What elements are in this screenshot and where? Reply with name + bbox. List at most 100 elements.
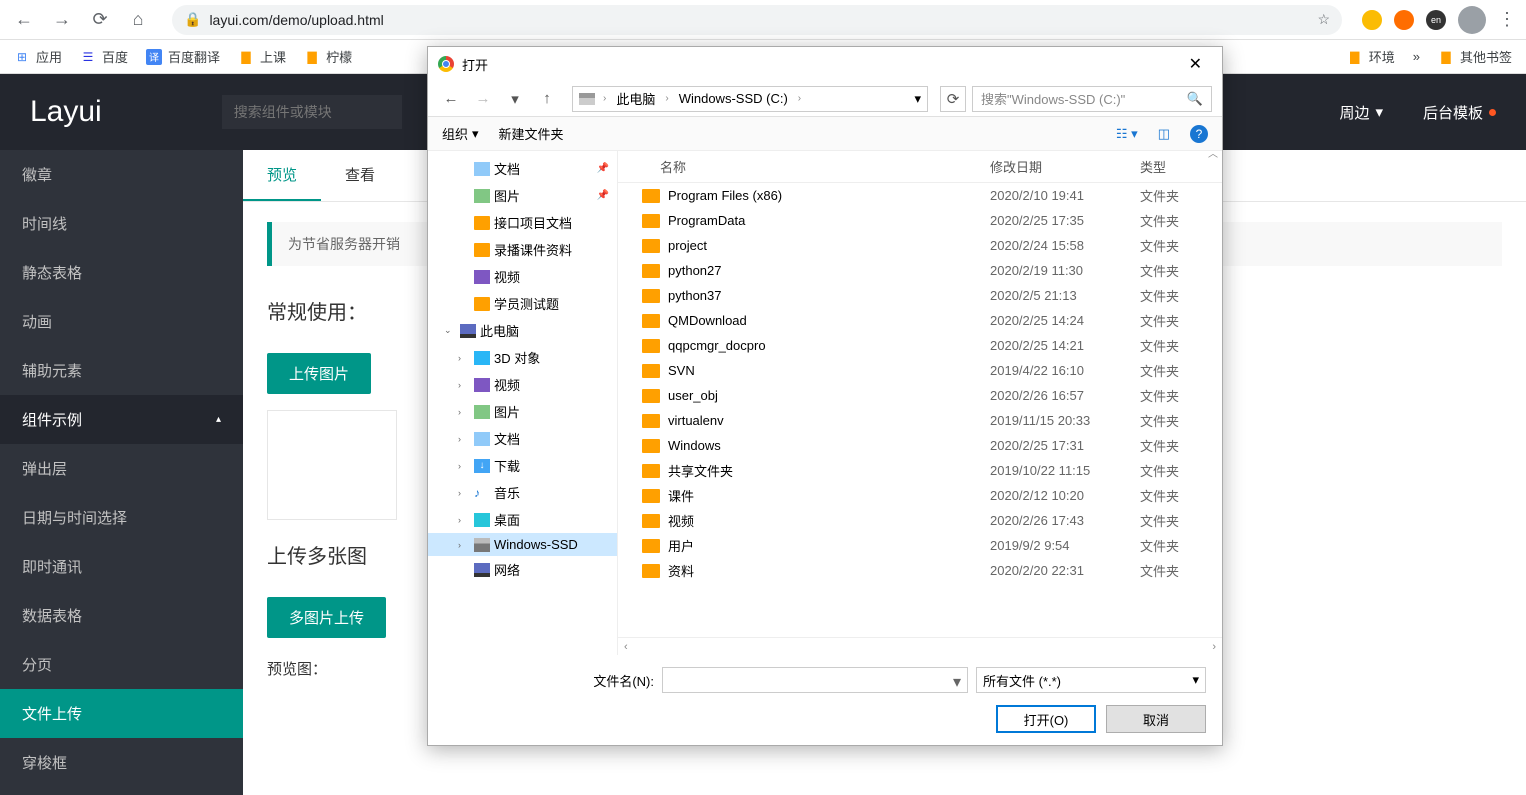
address-bar[interactable]: 🔒 layui.com/demo/upload.html ☆ xyxy=(172,5,1342,35)
sidebar-item[interactable]: 辅助元素 xyxy=(0,346,243,395)
tree-item[interactable]: ⌄此电脑 xyxy=(428,317,617,344)
file-row[interactable]: QMDownload2020/2/25 14:24文件夹 xyxy=(618,308,1222,333)
cancel-button[interactable]: 取消 xyxy=(1106,705,1206,733)
tree-item[interactable]: ›↓下载 xyxy=(428,452,617,479)
tree-item[interactable]: 录播课件资料 xyxy=(428,236,617,263)
file-row[interactable]: user_obj2020/2/26 16:57文件夹 xyxy=(618,383,1222,408)
back-button[interactable]: ← xyxy=(10,6,38,34)
filter-select[interactable]: 所有文件 (*.*)▾ xyxy=(976,667,1206,693)
file-row[interactable]: Windows2020/2/25 17:31文件夹 xyxy=(618,433,1222,458)
path-drive[interactable]: Windows-SSD (C:) xyxy=(673,89,794,108)
bookmark-class[interactable]: ▇上课 xyxy=(238,47,286,66)
tree-item[interactable]: 文档📌 xyxy=(428,155,617,182)
tree-item[interactable]: ›3D 对象 xyxy=(428,344,617,371)
bookmark-more[interactable]: » xyxy=(1413,49,1420,64)
apps-button[interactable]: ⊞应用 xyxy=(14,47,62,66)
sidebar-item[interactable]: 徽章 xyxy=(0,150,243,199)
tree-item[interactable]: ›图片 xyxy=(428,398,617,425)
file-row[interactable]: project2020/2/24 15:58文件夹 xyxy=(618,233,1222,258)
nav-up[interactable]: ▾ xyxy=(502,86,528,112)
tree-item[interactable]: 学员测试题 xyxy=(428,290,617,317)
nav-后台模板[interactable]: 后台模板 xyxy=(1423,102,1496,123)
multi-upload-button[interactable]: 多图片上传 xyxy=(267,597,386,638)
tree-item[interactable]: ›Windows-SSD xyxy=(428,533,617,556)
nav-parent[interactable]: ↑ xyxy=(534,86,560,112)
tree-item[interactable]: 视频 xyxy=(428,263,617,290)
tree-item[interactable]: ›桌面 xyxy=(428,506,617,533)
organize-menu[interactable]: 组织▾ xyxy=(442,124,479,143)
bookmark-other[interactable]: ▇其他书签 xyxy=(1438,47,1512,66)
col-date[interactable]: 修改日期 xyxy=(990,157,1140,176)
ext-icon-1[interactable] xyxy=(1362,10,1382,30)
sidebar-item[interactable]: 日期与时间选择 xyxy=(0,493,243,542)
file-row[interactable]: virtualenv2019/11/15 20:33文件夹 xyxy=(618,408,1222,433)
help-icon[interactable]: ? xyxy=(1190,125,1208,143)
view-button[interactable]: ☷ ▾ xyxy=(1116,126,1138,142)
ext-icon-3[interactable]: en xyxy=(1426,10,1446,30)
tree-item[interactable]: ›视频 xyxy=(428,371,617,398)
col-type[interactable]: 类型 xyxy=(1140,157,1210,176)
file-row[interactable]: 视频2020/2/26 17:43文件夹 xyxy=(618,508,1222,533)
chevron-right-icon[interactable]: › xyxy=(665,93,668,104)
file-row[interactable]: 共享文件夹2019/10/22 11:15文件夹 xyxy=(618,458,1222,483)
bookmark-trans[interactable]: 译百度翻译 xyxy=(146,47,220,66)
h-scrollbar[interactable]: ‹› xyxy=(618,637,1222,655)
col-name[interactable]: 名称 xyxy=(630,157,990,176)
chevron-right-icon[interactable]: › xyxy=(798,93,801,104)
file-row[interactable]: ProgramData2020/2/25 17:35文件夹 xyxy=(618,208,1222,233)
file-row[interactable]: python272020/2/19 11:30文件夹 xyxy=(618,258,1222,283)
refresh-button[interactable]: ⟳ xyxy=(940,86,966,112)
sidebar-item[interactable]: 动画 xyxy=(0,297,243,346)
bookmark-lemon[interactable]: ▇柠檬 xyxy=(304,47,352,66)
open-button[interactable]: 打开(O) xyxy=(996,705,1096,733)
sidebar-item[interactable]: 分页 xyxy=(0,640,243,689)
sidebar-item[interactable]: 文件上传 xyxy=(0,689,243,738)
file-row[interactable]: Program Files (x86)2020/2/10 19:41文件夹 xyxy=(618,183,1222,208)
logo[interactable]: Layui xyxy=(30,95,102,129)
upload-button[interactable]: 上传图片 xyxy=(267,353,371,394)
tab-code[interactable]: 查看 xyxy=(321,150,399,201)
sidebar-item[interactable]: 即时通讯 xyxy=(0,542,243,591)
chrome-menu[interactable]: ⋮ xyxy=(1498,9,1516,30)
bookmark-baidu[interactable]: ☰百度 xyxy=(80,47,128,66)
sidebar-item[interactable]: 组件示例▴ xyxy=(0,395,243,444)
chevron-right-icon[interactable]: › xyxy=(603,93,606,104)
sidebar-item[interactable]: 穿梭框 xyxy=(0,738,243,787)
nav-back[interactable]: ← xyxy=(438,86,464,112)
dialog-search[interactable]: 搜索"Windows-SSD (C:)" 🔍 xyxy=(972,86,1212,112)
nav-forward[interactable]: → xyxy=(470,86,496,112)
search-input[interactable] xyxy=(222,95,402,129)
file-row[interactable]: 用户2019/9/2 9:54文件夹 xyxy=(618,533,1222,558)
tree-item[interactable]: 图片📌 xyxy=(428,182,617,209)
nav-周边[interactable]: 周边▾ xyxy=(1339,102,1383,123)
file-row[interactable]: python372020/2/5 21:13文件夹 xyxy=(618,283,1222,308)
tree-item[interactable]: ›♪音乐 xyxy=(428,479,617,506)
preview-pane-button[interactable]: ◫ xyxy=(1158,126,1170,142)
tab-preview[interactable]: 预览 xyxy=(243,150,321,201)
chevron-down-icon[interactable]: ▾ xyxy=(914,91,921,107)
sidebar-item[interactable]: 静态表格 xyxy=(0,248,243,297)
tree-item[interactable]: 网络 xyxy=(428,556,617,583)
file-row[interactable]: 资料2020/2/20 22:31文件夹 xyxy=(618,558,1222,583)
file-row[interactable]: SVN2019/4/22 16:10文件夹 xyxy=(618,358,1222,383)
new-folder-button[interactable]: 新建文件夹 xyxy=(499,124,564,143)
forward-button[interactable]: → xyxy=(48,6,76,34)
star-icon[interactable]: ☆ xyxy=(1317,11,1330,28)
filename-input[interactable]: ▾ xyxy=(662,667,968,693)
home-button[interactable]: ⌂ xyxy=(124,6,152,34)
sidebar-item[interactable]: 弹出层 xyxy=(0,444,243,493)
sidebar-item[interactable]: 数据表格 xyxy=(0,591,243,640)
scroll-up-icon[interactable]: ︿ xyxy=(1208,151,1218,160)
tree-item[interactable]: ›文档 xyxy=(428,425,617,452)
file-row[interactable]: 课件2020/2/12 10:20文件夹 xyxy=(618,483,1222,508)
profile-avatar[interactable] xyxy=(1458,6,1486,34)
bookmark-env[interactable]: ▇环境 xyxy=(1347,47,1395,66)
sidebar-item[interactable]: 时间线 xyxy=(0,199,243,248)
file-row[interactable]: qqpcmgr_docpro2020/2/25 14:21文件夹 xyxy=(618,333,1222,358)
reload-button[interactable]: ⟳ xyxy=(86,6,114,34)
tree-item[interactable]: 接口项目文档 xyxy=(428,209,617,236)
close-button[interactable]: ✕ xyxy=(1179,50,1212,78)
path-pc[interactable]: 此电脑 xyxy=(610,87,661,110)
path-bar[interactable]: › 此电脑 › Windows-SSD (C:) › ▾ xyxy=(572,86,928,112)
ext-icon-2[interactable] xyxy=(1394,10,1414,30)
